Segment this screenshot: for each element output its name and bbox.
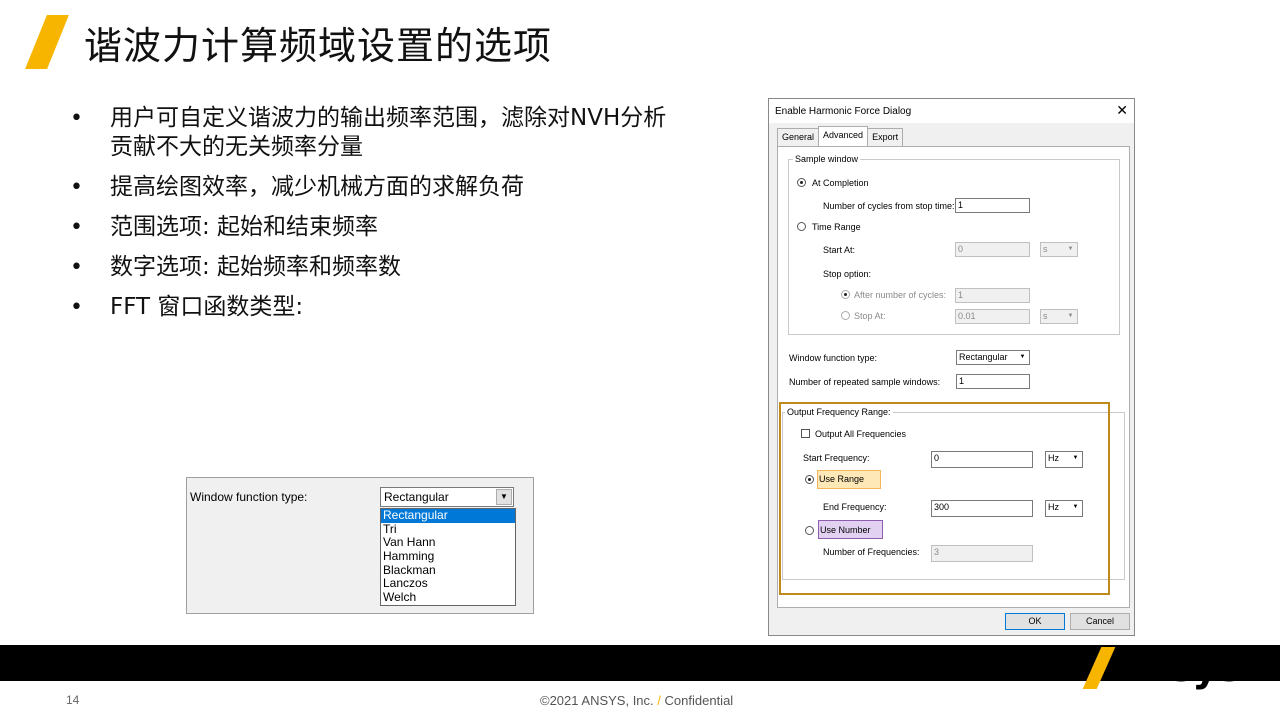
after-cycles-input[interactable]: 1 [955, 288, 1030, 303]
bullet-item: FFT 窗口函数类型: [70, 293, 670, 322]
stop-at-input[interactable]: 0.01 [955, 309, 1030, 324]
confidential-text: Confidential [664, 693, 734, 708]
start-unit-value: s [1043, 244, 1048, 254]
stop-option-label: Stop option: [823, 269, 872, 279]
bullet-item: 用户可自定义谐波力的输出频率范围，滤除对NVH分析贡献不大的无关频率分量 [70, 104, 670, 162]
option-welch[interactable]: Welch [381, 590, 515, 605]
stop-at-label: Stop At: [854, 311, 886, 321]
output-range-annotation-frame [779, 402, 1110, 595]
window-function-type-select[interactable]: Rectangular ▼ [956, 350, 1030, 365]
bullet-item: 数字选项: 起始频率和频率数 [70, 253, 670, 282]
dialog-tabs: General Advanced Export [777, 126, 904, 147]
chevron-down-icon: ▼ [1019, 354, 1026, 360]
window-function-type-value: Rectangular [959, 352, 1008, 362]
repeated-windows-label: Number of repeated sample windows: [789, 377, 941, 387]
after-cycles-radio[interactable] [841, 290, 850, 299]
time-range-radio[interactable] [797, 222, 806, 231]
chevron-down-icon: ▼ [1067, 246, 1074, 252]
slide-title: 谐波力计算频域设置的选项 [84, 23, 553, 68]
slide-title-bar: 谐波力计算频域设置的选项 [25, 14, 553, 70]
option-blackman[interactable]: Blackman [381, 563, 515, 578]
window-function-select[interactable]: Rectangular ▼ [380, 487, 514, 507]
window-function-label: Window function type: [190, 490, 308, 504]
start-at-label: Start At: [823, 245, 856, 255]
stop-unit-select[interactable]: s ▼ [1040, 309, 1078, 324]
logo-text: Ansys [1111, 645, 1241, 691]
cancel-button[interactable]: Cancel [1070, 613, 1130, 630]
copyright-slash: / [657, 693, 661, 708]
time-range-label: Time Range [812, 222, 861, 232]
window-function-selected: Rectangular [384, 490, 449, 504]
bullet-list: 用户可自定义谐波力的输出频率范围，滤除对NVH分析贡献不大的无关频率分量 提高绘… [70, 104, 670, 333]
option-tri[interactable]: Tri [381, 522, 515, 537]
dialog-title: Enable Harmonic Force Dialog [775, 106, 912, 117]
option-hamming[interactable]: Hamming [381, 549, 515, 564]
chevron-down-icon: ▼ [1067, 313, 1074, 319]
cycles-label: Number of cycles from stop time: [823, 201, 955, 211]
page-number: 14 [66, 693, 80, 707]
after-cycles-label: After number of cycles: [854, 290, 947, 300]
bullet-item: 范围选项: 起始和结束频率 [70, 213, 670, 242]
dialog-titlebar: Enable Harmonic Force Dialog ✕ [769, 99, 1134, 123]
sample-window-group: Sample window At Completion Number of cy… [788, 154, 1120, 335]
close-icon[interactable]: ✕ [1116, 102, 1128, 119]
option-lanczos[interactable]: Lanczos [381, 577, 515, 591]
option-van-hann[interactable]: Van Hann [381, 536, 515, 550]
window-function-type-label: Window function type: [789, 353, 878, 363]
tab-advanced[interactable]: Advanced [818, 126, 869, 147]
stop-at-radio[interactable] [841, 311, 850, 320]
option-rectangular[interactable]: Rectangular [381, 508, 515, 523]
sample-window-caption: Sample window [793, 154, 861, 164]
chevron-down-icon[interactable]: ▼ [496, 489, 512, 505]
tab-general[interactable]: General [777, 128, 820, 146]
window-function-snapshot: Window function type: Rectangular ▼ Rect… [186, 477, 534, 614]
window-function-options: Rectangular Tri Van Hann Hamming Blackma… [380, 508, 516, 606]
stop-unit-value: s [1043, 311, 1048, 321]
copyright-text: ©2021 ANSYS, Inc. [540, 693, 654, 708]
ansys-logo: Ansys [1082, 644, 1241, 692]
at-completion-label: At Completion [812, 178, 869, 188]
copyright: ©2021 ANSYS, Inc. / Confidential [540, 693, 733, 708]
start-at-input[interactable]: 0 [955, 242, 1030, 257]
accent-slash-icon [25, 15, 69, 69]
start-unit-select[interactable]: s ▼ [1040, 242, 1078, 257]
tab-export[interactable]: Export [867, 128, 904, 146]
cycles-input[interactable]: 1 [955, 198, 1030, 213]
at-completion-radio[interactable] [797, 178, 806, 187]
repeated-windows-input[interactable]: 1 [956, 374, 1030, 389]
ok-button[interactable]: OK [1005, 613, 1065, 630]
bullet-item: 提高绘图效率，减少机械方面的求解负荷 [70, 173, 670, 202]
